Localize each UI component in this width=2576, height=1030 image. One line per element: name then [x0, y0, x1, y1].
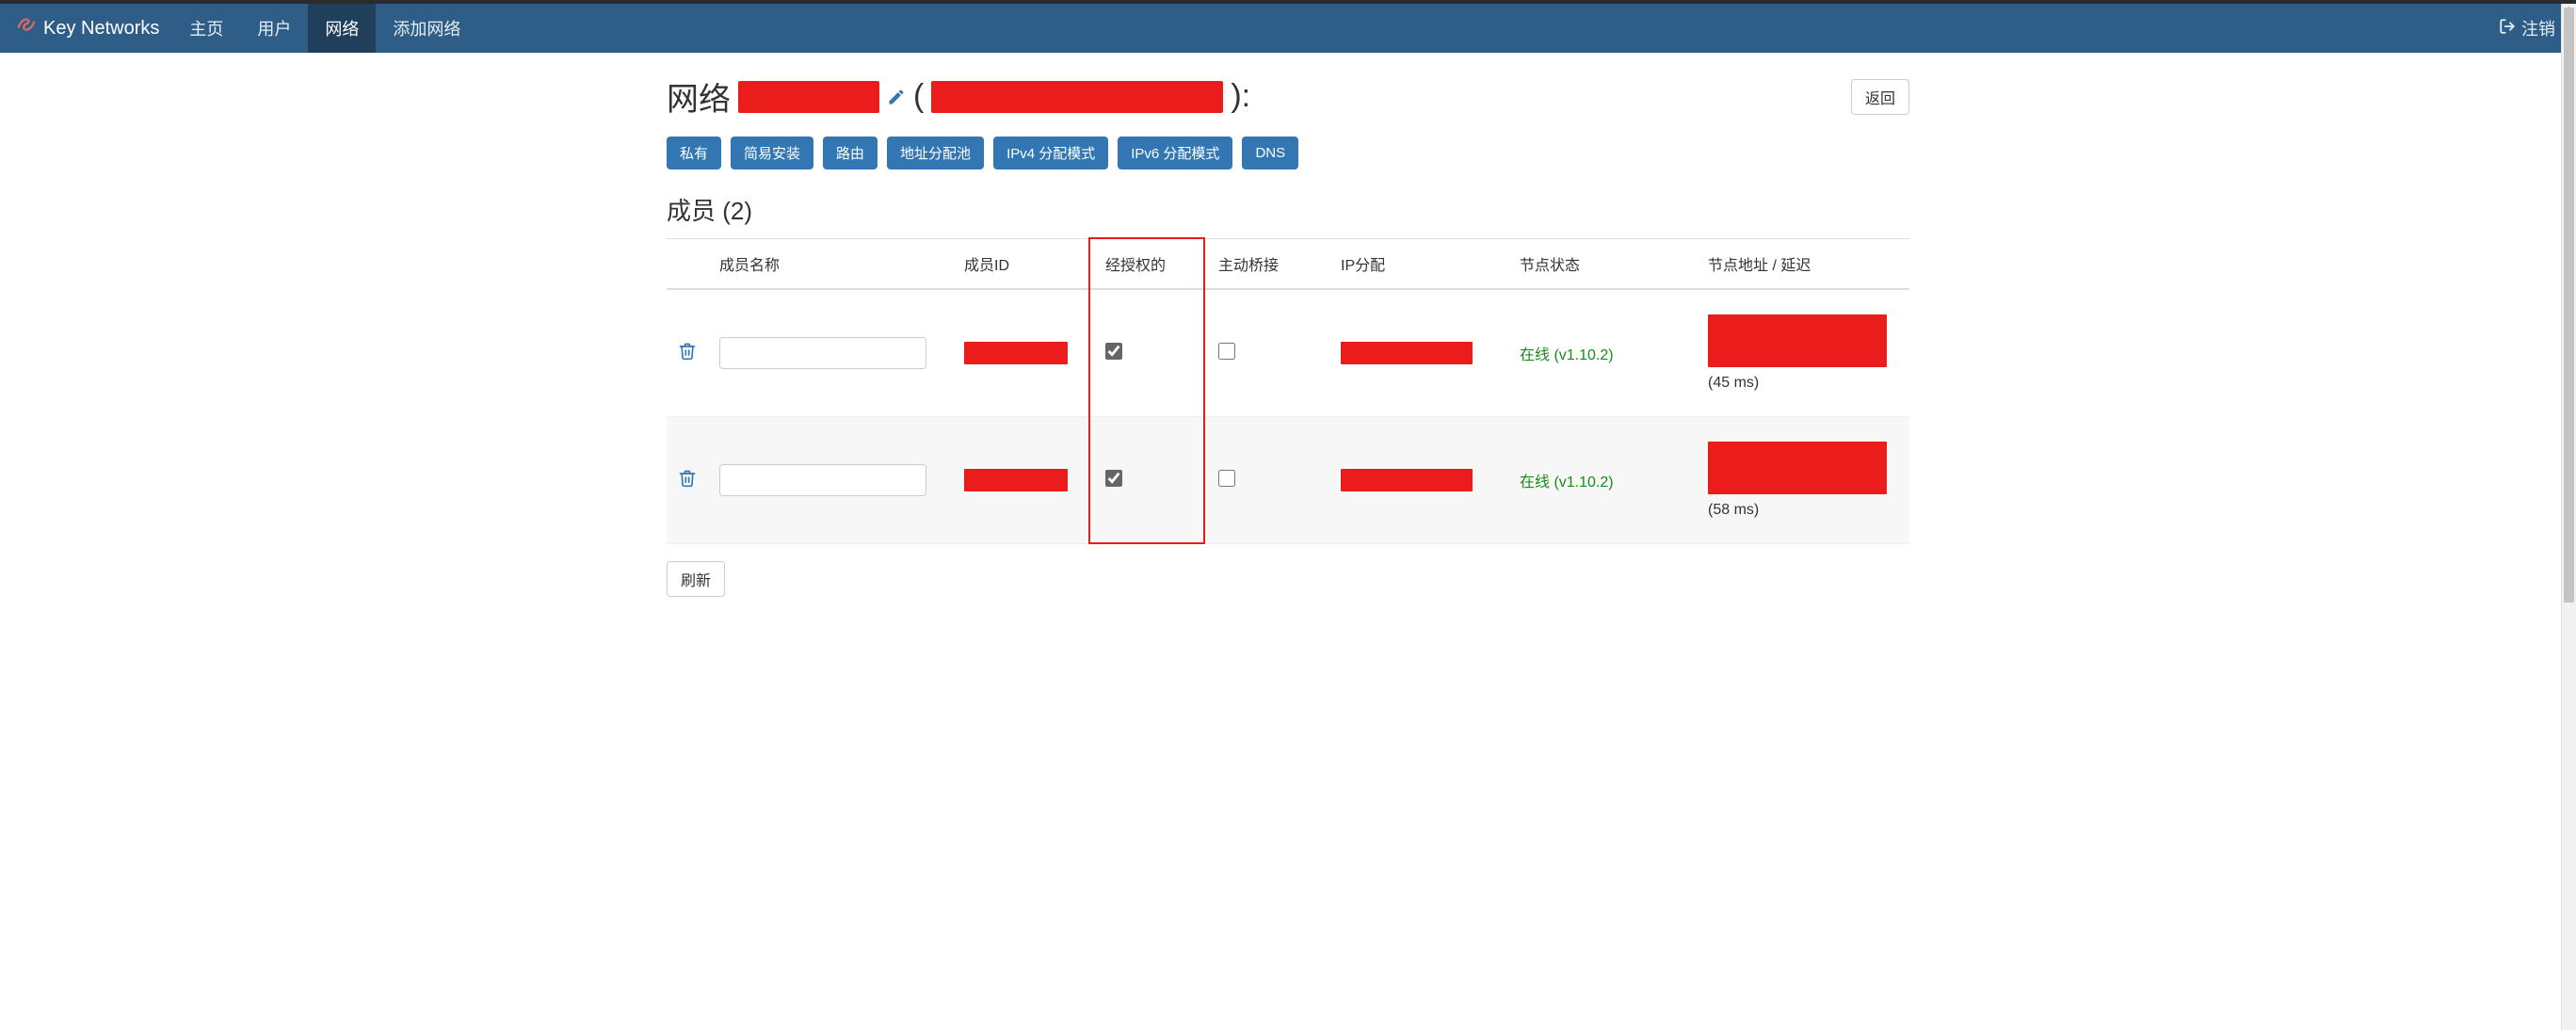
- redacted-member-id: [964, 342, 1068, 364]
- refresh-button[interactable]: 刷新: [667, 561, 725, 597]
- nav-spacer: [477, 4, 2489, 53]
- logout-link[interactable]: 注销: [2489, 4, 2565, 53]
- navbar: Key Networks 主页用户网络添加网络 注销: [0, 4, 2576, 53]
- nav-items: 主页用户网络添加网络: [172, 4, 477, 53]
- authorized-checkbox[interactable]: [1105, 470, 1122, 487]
- edit-name-icon[interactable]: [887, 78, 906, 115]
- delete-icon[interactable]: [678, 348, 697, 364]
- col-delete: [667, 239, 708, 290]
- table-row: 在线 (v1.10.2) (45 ms): [667, 289, 1909, 417]
- col-status: 节点状态: [1508, 239, 1697, 290]
- redacted-node-address: [1708, 314, 1887, 367]
- page-title-row: 网络 ( ): 返回: [667, 73, 1909, 120]
- col-ip: IP分配: [1329, 239, 1508, 290]
- members-table: 成员名称 成员ID 经授权的 主动桥接 IP分配 节点状态 节点地址 / 延迟 …: [667, 238, 1909, 544]
- page-content: 网络 ( ): 返回 私有简易安装路由地址分配池 IPv4 分配模式 IPv6 分配…: [667, 53, 1909, 635]
- tab-button-4[interactable]: IPv4 分配模式: [993, 137, 1108, 169]
- tab-button-3[interactable]: 地址分配池: [887, 137, 984, 169]
- node-latency: (45 ms): [1708, 375, 1898, 392]
- tab-button-1[interactable]: 简易安装: [731, 137, 813, 169]
- node-latency: (58 ms): [1708, 502, 1898, 519]
- tab-button-2[interactable]: 路由: [823, 137, 877, 169]
- redacted-network-name: [738, 81, 879, 113]
- members-table-wrap: 成员名称 成员ID 经授权的 主动桥接 IP分配 节点状态 节点地址 / 延迟 …: [667, 238, 1909, 544]
- nav-item-3[interactable]: 添加网络: [376, 4, 477, 53]
- redacted-member-id: [964, 469, 1068, 491]
- member-name-input[interactable]: [719, 337, 926, 369]
- scrollbar-vertical[interactable]: ▴: [2561, 4, 2576, 1030]
- section-tabs: 私有简易安装路由地址分配池 IPv4 分配模式 IPv6 分配模式 DNS: [667, 137, 1909, 169]
- col-authorized: 经授权的: [1094, 239, 1207, 290]
- title-paren-close: ):: [1231, 78, 1250, 115]
- brand-logo-icon: [15, 15, 36, 41]
- refresh-row: 刷新: [667, 561, 1909, 597]
- tab-button-0[interactable]: 私有: [667, 137, 721, 169]
- node-status: 在线 (v1.10.2): [1520, 347, 1614, 363]
- redacted-ip: [1341, 469, 1473, 491]
- back-button[interactable]: 返回: [1851, 79, 1909, 115]
- title-prefix: 网络: [667, 73, 731, 120]
- tab-button-5[interactable]: IPv6 分配模式: [1118, 137, 1232, 169]
- bridge-checkbox[interactable]: [1218, 470, 1235, 487]
- member-name-input[interactable]: [719, 464, 926, 496]
- col-address: 节点地址 / 延迟: [1697, 239, 1909, 290]
- page-title: 网络 ( ):: [667, 73, 1250, 120]
- col-name: 成员名称: [708, 239, 953, 290]
- nav-item-1[interactable]: 用户: [240, 4, 308, 53]
- logout-icon: [2499, 18, 2516, 40]
- col-bridge: 主动桥接: [1207, 239, 1329, 290]
- node-status: 在线 (v1.10.2): [1520, 475, 1614, 491]
- title-paren-open: (: [913, 78, 924, 115]
- nav-item-0[interactable]: 主页: [172, 4, 240, 53]
- bridge-checkbox[interactable]: [1218, 343, 1235, 360]
- redacted-network-id: [931, 81, 1223, 113]
- authorized-checkbox[interactable]: [1105, 343, 1122, 360]
- logout-label: 注销: [2521, 16, 2555, 40]
- scrollbar-thumb[interactable]: [2564, 8, 2574, 603]
- delete-icon[interactable]: [678, 475, 697, 491]
- nav-item-2[interactable]: 网络: [308, 4, 376, 53]
- col-id: 成员ID: [953, 239, 1094, 290]
- tab-button-6[interactable]: DNS: [1242, 137, 1298, 169]
- redacted-ip: [1341, 342, 1473, 364]
- table-row: 在线 (v1.10.2) (58 ms): [667, 417, 1909, 544]
- brand-label: Key Networks: [43, 18, 159, 40]
- members-heading: 成员 (2): [667, 192, 1909, 227]
- redacted-node-address: [1708, 442, 1887, 494]
- brand[interactable]: Key Networks: [11, 4, 172, 53]
